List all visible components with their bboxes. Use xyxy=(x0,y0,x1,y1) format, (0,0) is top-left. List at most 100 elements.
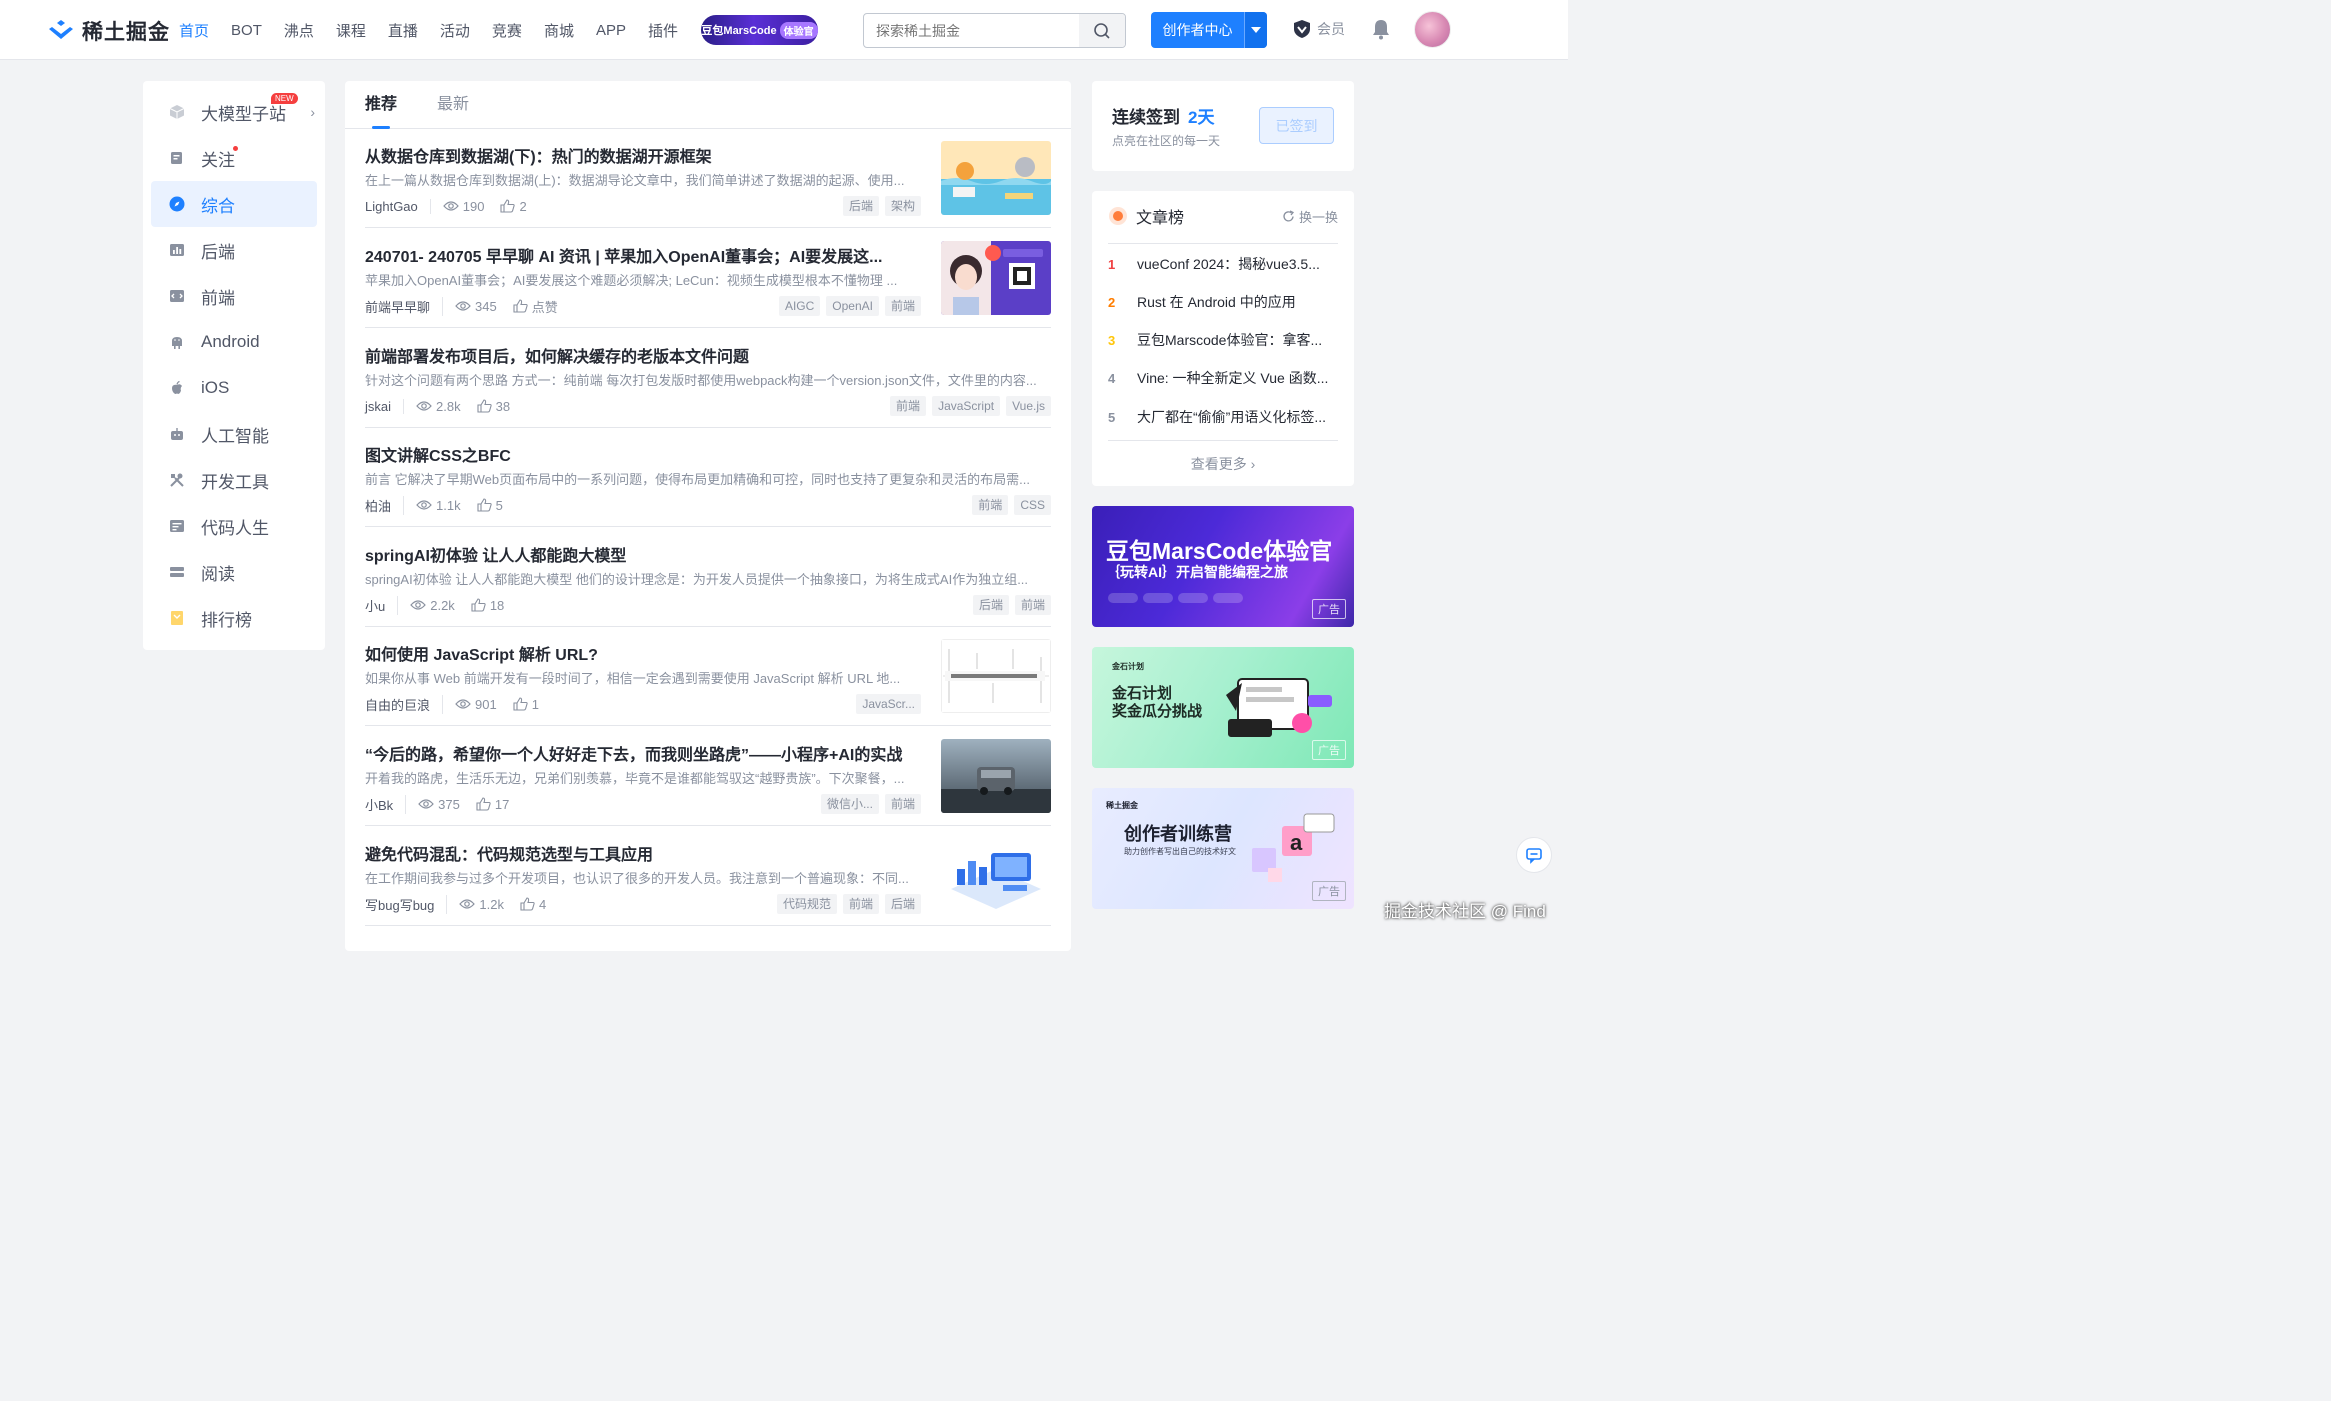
ranking-item[interactable]: 5 大厂都在“偷偷”用语义化标签... xyxy=(1108,398,1338,436)
nav-app[interactable]: APP xyxy=(596,22,626,39)
rank-text[interactable]: 豆包Marscode体验官：拿客... xyxy=(1137,330,1337,350)
creator-camp-ad-banner[interactable]: 稀土掘金 创作者训练营 助力创作者写出自己的技术好文 a 广告 xyxy=(1092,788,1354,909)
article-thumbnail[interactable] xyxy=(941,839,1051,913)
article-title[interactable]: 前端部署发布项目后，如何解决缓存的老版本文件问题 xyxy=(365,343,1051,367)
view-more-link[interactable]: 查看更多 › xyxy=(1092,454,1354,474)
like-count[interactable]: 18 xyxy=(471,598,504,613)
article-author[interactable]: 自由的巨浪 xyxy=(365,694,444,714)
article-author[interactable]: 小u xyxy=(365,595,399,615)
rank-text[interactable]: 大厂都在“偷偷”用语义化标签... xyxy=(1137,407,1337,427)
article-item[interactable]: “今后的路，希望你一个人好好走下去，而我则坐路虎”——小程序+AI的实战 开着我… xyxy=(365,727,1051,826)
nav-bot[interactable]: BOT xyxy=(231,22,262,39)
nav-plugins[interactable]: 插件 xyxy=(648,20,678,41)
article-tag[interactable]: 代码规范 xyxy=(776,894,837,914)
article-author[interactable]: 写bug写bug xyxy=(365,894,448,914)
article-thumbnail[interactable] xyxy=(941,639,1051,713)
rank-text[interactable]: Rust 在 Android 中的应用 xyxy=(1137,292,1337,312)
sidebar-item-follow[interactable]: 关注 xyxy=(151,135,317,181)
sidebar-item-frontend[interactable]: 前端 xyxy=(151,273,317,319)
article-tag[interactable]: JavaScr... xyxy=(856,694,921,714)
search-button[interactable] xyxy=(1079,14,1125,47)
sidebar-item-llm-site[interactable]: 大模型子站 NEW › xyxy=(151,89,317,135)
article-thumbnail[interactable] xyxy=(941,241,1051,315)
article-author[interactable]: 小Bk xyxy=(365,794,407,814)
article-title[interactable]: 避免代码混乱：代码规范选型与工具应用 xyxy=(365,841,925,865)
article-thumbnail[interactable] xyxy=(941,739,1051,813)
article-item[interactable]: springAI初体验 让人人都能跑大模型 springAI初体验 让人人都能跑… xyxy=(365,528,1051,627)
ranking-item[interactable]: 4 Vine: 一种全新定义 Vue 函数... xyxy=(1108,359,1338,397)
article-tag[interactable]: 前端 xyxy=(972,495,1009,515)
rank-text[interactable]: vueConf 2024：揭秘vue3.5... xyxy=(1137,254,1337,274)
article-author[interactable]: LightGao xyxy=(365,198,431,214)
article-tag[interactable]: 前端 xyxy=(842,894,879,914)
signed-in-button[interactable]: 已签到 xyxy=(1259,107,1334,144)
like-count[interactable]: 5 xyxy=(477,498,503,513)
article-title[interactable]: “今后的路，希望你一个人好好走下去，而我则坐路虎”——小程序+AI的实战 xyxy=(365,741,925,765)
article-item[interactable]: 240701- 240705 早早聊 AI 资讯 | 苹果加入OpenAI董事会… xyxy=(365,229,1051,328)
article-title[interactable]: springAI初体验 让人人都能跑大模型 xyxy=(365,542,1051,566)
tab-recommend[interactable]: 推荐 xyxy=(365,81,397,129)
article-tag[interactable]: 前端 xyxy=(890,396,927,416)
nav-live[interactable]: 直播 xyxy=(388,20,418,41)
article-author[interactable]: 柏油 xyxy=(365,495,405,515)
article-tag[interactable]: 前端 xyxy=(884,794,921,814)
article-author[interactable]: 前端早早聊 xyxy=(365,296,444,316)
article-title[interactable]: 图文讲解CSS之BFC xyxy=(365,442,1051,466)
nav-pins[interactable]: 沸点 xyxy=(284,20,314,41)
juejin-logo[interactable]: 稀土掘金 xyxy=(46,16,170,46)
sidebar-item-code-life[interactable]: 代码人生 xyxy=(151,503,317,549)
ranking-item[interactable]: 1 vueConf 2024：揭秘vue3.5... xyxy=(1108,245,1338,283)
search-input[interactable] xyxy=(864,14,1074,47)
sidebar-item-ranking[interactable]: 排行榜 xyxy=(151,595,317,641)
user-avatar[interactable] xyxy=(1414,11,1451,48)
sidebar-item-backend[interactable]: 后端 xyxy=(151,227,317,273)
article-thumbnail[interactable] xyxy=(941,141,1051,215)
sidebar-item-ai[interactable]: 人工智能 xyxy=(151,411,317,457)
ranking-item[interactable]: 3 豆包Marscode体验官：拿客... xyxy=(1108,321,1338,359)
article-tag[interactable]: 后端 xyxy=(884,894,921,914)
ranking-item[interactable]: 2 Rust 在 Android 中的应用 xyxy=(1108,283,1338,321)
nav-contests[interactable]: 竞赛 xyxy=(492,20,522,41)
article-tag[interactable]: 后端 xyxy=(972,595,1009,615)
feedback-float-button[interactable] xyxy=(1516,837,1552,873)
like-count[interactable]: 38 xyxy=(477,399,510,414)
like-count[interactable]: 2 xyxy=(500,199,527,214)
jinshi-plan-ad-banner[interactable]: 金石计划 金石计划 奖金瓜分挑战 广告 xyxy=(1092,647,1354,768)
like-count[interactable]: 1 xyxy=(513,697,539,712)
nav-courses[interactable]: 课程 xyxy=(336,20,366,41)
nav-events[interactable]: 活动 xyxy=(440,20,470,41)
tab-latest[interactable]: 最新 xyxy=(437,81,469,129)
article-item[interactable]: 图文讲解CSS之BFC 前言 它解决了早期Web页面布局中的一系列问题，使得布局… xyxy=(365,428,1051,527)
article-tag[interactable]: 微信小... xyxy=(820,794,879,814)
article-tag[interactable]: 前端 xyxy=(1014,595,1051,615)
rank-text[interactable]: Vine: 一种全新定义 Vue 函数... xyxy=(1137,368,1337,388)
article-item[interactable]: 如何使用 JavaScript 解析 URL? 如果你从事 Web 前端开发有一… xyxy=(365,627,1051,726)
article-tag[interactable]: JavaScript xyxy=(932,396,1001,416)
like-count[interactable]: 4 xyxy=(520,897,546,912)
article-title[interactable]: 240701- 240705 早早聊 AI 资讯 | 苹果加入OpenAI董事会… xyxy=(365,243,925,267)
marscode-ad-banner[interactable]: 豆包MarsCode体验官 ｛玩转AI｝开启智能编程之旅 广告 xyxy=(1092,506,1354,627)
article-tag[interactable]: 前端 xyxy=(884,296,921,316)
article-tag[interactable]: 架构 xyxy=(884,196,921,216)
article-author[interactable]: jskai xyxy=(365,398,405,414)
sidebar-item-overall[interactable]: 综合 xyxy=(151,181,317,227)
sidebar-item-android[interactable]: Android xyxy=(151,319,317,365)
notification-bell-icon[interactable] xyxy=(1371,18,1391,45)
article-tag[interactable]: CSS xyxy=(1014,495,1051,515)
article-tag[interactable]: AIGC xyxy=(778,296,821,316)
article-tag[interactable]: 后端 xyxy=(842,196,879,216)
sidebar-item-ios[interactable]: iOS xyxy=(151,365,317,411)
article-item[interactable]: 从数据仓库到数据湖(下)：热门的数据湖开源框架 在上一篇从数据仓库到数据湖(上)… xyxy=(365,129,1051,228)
nav-mall[interactable]: 商城 xyxy=(544,20,574,41)
vip-entry[interactable]: 会员 xyxy=(1292,19,1345,39)
article-title[interactable]: 从数据仓库到数据湖(下)：热门的数据湖开源框架 xyxy=(365,143,925,167)
article-tag[interactable]: OpenAI xyxy=(826,296,879,316)
article-item[interactable]: 前端部署发布项目后，如何解决缓存的老版本文件问题 针对这个问题有两个思路 方式一… xyxy=(365,329,1051,428)
sidebar-item-devtools[interactable]: 开发工具 xyxy=(151,457,317,503)
like-count[interactable]: 17 xyxy=(476,797,509,812)
marscode-badge[interactable]: 豆包MarsCode 体验官 xyxy=(701,15,818,45)
article-tag[interactable]: Vue.js xyxy=(1006,396,1051,416)
article-title[interactable]: 如何使用 JavaScript 解析 URL? xyxy=(365,641,925,665)
article-item[interactable]: 避免代码混乱：代码规范选型与工具应用 在工作期间我参与过多个开发项目，也认识了很… xyxy=(365,827,1051,926)
creator-center-button[interactable]: 创作者中心 xyxy=(1151,12,1267,48)
